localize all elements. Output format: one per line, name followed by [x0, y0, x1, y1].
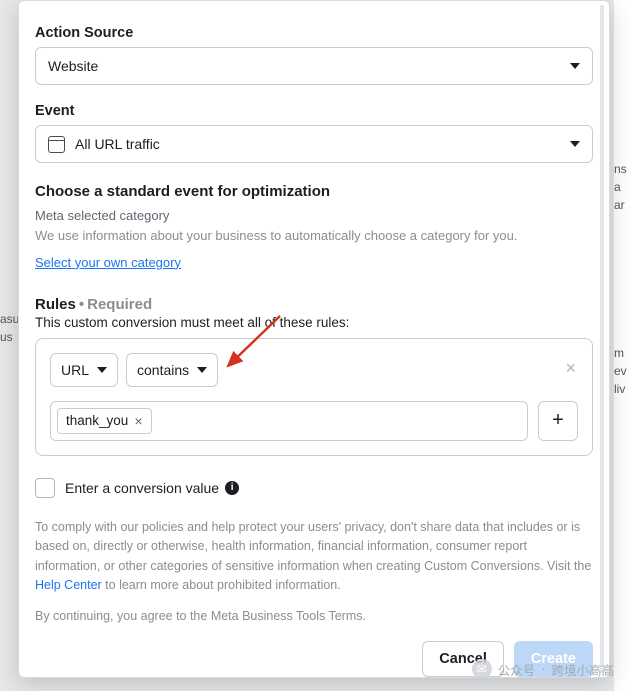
rule-parameter-select[interactable]: URL	[50, 353, 118, 387]
background-right-text: ns a ar m ev liv	[614, 0, 632, 691]
action-source-label: Action Source	[35, 25, 593, 41]
info-icon[interactable]: i	[225, 481, 239, 495]
conversion-value-checkbox[interactable]	[35, 478, 55, 498]
action-source-value: Website	[48, 58, 98, 74]
add-rule-button[interactable]: +	[538, 401, 578, 441]
conversion-value-label: Enter a conversion value i	[65, 480, 239, 496]
rule-operator-select[interactable]: contains	[126, 353, 218, 387]
terms-agreement: By continuing, you agree to the Meta Bus…	[35, 609, 593, 623]
select-own-category-link[interactable]: Select your own category	[35, 255, 181, 270]
chevron-down-icon	[570, 141, 580, 147]
wechat-icon: ✉	[472, 659, 492, 679]
meta-category-description: We use information about your business t…	[35, 227, 593, 246]
policy-disclaimer: To comply with our policies and help pro…	[35, 518, 593, 596]
rules-subtext: This custom conversion must meet all of …	[35, 315, 593, 330]
scrollbar[interactable]	[600, 5, 604, 673]
chevron-down-icon	[197, 367, 207, 373]
rules-container: URL contains × thank_you × +	[35, 338, 593, 456]
event-label: Event	[35, 103, 593, 119]
rule-value-input[interactable]: thank_you ×	[50, 401, 528, 441]
event-select[interactable]: All URL traffic	[35, 125, 593, 163]
background-left-text: asu us	[0, 310, 20, 346]
rules-heading: Rules•Required	[35, 296, 593, 313]
custom-conversion-modal: Action Source Website Event All URL traf…	[18, 0, 610, 678]
rule-value-chip: thank_you ×	[57, 408, 152, 434]
meta-category-label: Meta selected category	[35, 208, 593, 223]
help-center-link[interactable]: Help Center	[35, 578, 102, 592]
remove-rule-icon[interactable]: ×	[565, 359, 576, 377]
browser-icon	[48, 136, 65, 153]
chip-remove-icon[interactable]: ×	[134, 413, 142, 429]
standard-event-heading: Choose a standard event for optimization	[35, 183, 593, 200]
chevron-down-icon	[570, 63, 580, 69]
watermark: ✉ 公众号 · 跨境小高高	[472, 659, 614, 679]
action-source-select[interactable]: Website	[35, 47, 593, 85]
event-value: All URL traffic	[75, 136, 160, 152]
terms-link[interactable]: Meta Business Tools Terms.	[211, 609, 366, 623]
chevron-down-icon	[97, 367, 107, 373]
